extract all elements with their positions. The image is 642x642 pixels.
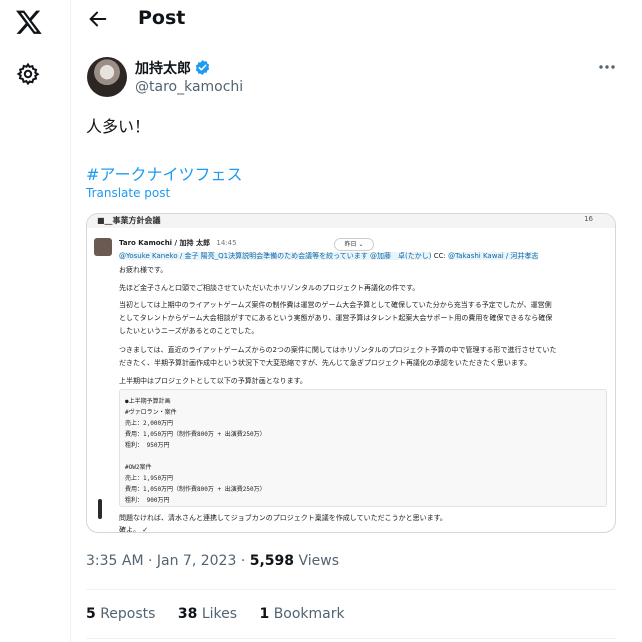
code-line: #OW2案件 [125,464,152,471]
chat-day-label: 昨日 ⌄ [334,238,374,251]
chat-mention-line: @Yosuke Kaneko / 金子 陽亮_Q1決算説明会準備のため会議等を絞… [119,251,539,261]
post-header: Post [71,0,642,40]
chat-trailing: 確よ。 ✓ [119,526,149,533]
post-meta: 3:35 AM · Jan 7, 2023 · 5,598 Views [86,553,339,569]
bookmarks-count: 1 [259,606,270,622]
likes-stat[interactable]: 38 Likes [178,606,237,622]
chat-mentions: @Yosuke Kaneko / 金子 陽亮_Q1決算説明会準備のため会議等を絞… [119,252,432,260]
chat-code-block: ●上半期予算計画 #ヴァロラン・案件 売上：2,000万円 費用：1,050万円… [119,389,607,507]
chat-para3a: つきましては、直近のライアットゲームズからの2つの案件に関してはホリゾンタルのプ… [119,346,557,354]
reposts-label: Reposts [95,606,156,622]
chat-channel-header: ■__事業方針会議 16 [87,214,615,228]
chat-greeting: お疲れ様です。 [119,266,168,274]
likes-count: 38 [177,606,198,622]
avatar[interactable] [87,57,127,97]
code-line: 売上：2,000万円 [125,420,174,427]
back-arrow-icon[interactable] [87,8,109,30]
code-line: 粗利： 900万円 [125,497,170,504]
chat-sender-avatar [94,238,112,256]
divider [86,638,616,639]
bookmarks-label: Bookmark [269,606,345,622]
code-line: 費用：1,050万円（制作費800万 + 出演費250万） [125,486,266,493]
chat-cc-label: CC: [433,252,446,260]
views-count: 5,598 [249,553,295,569]
translate-post-link[interactable]: Translate post [86,186,170,200]
chat-time: 14:45 [216,239,237,247]
chat-para4: 上半期中はプロジェクトとして以下の予算計画となります。 [119,377,307,385]
chat-para1: 先ほど金子さんと口頭でご相談させていただいたホリゾンタルのプロジェクト再議化の件… [119,284,420,292]
chat-para3b: だきたく、半期予算計画作成中という状況下で大変恐縮ですが、先んじて急ぎプロジェク… [119,359,532,367]
divider [86,589,616,590]
column-divider [70,0,71,642]
code-line: 費用：1,050万円（制作費800万 + 出演費250万） [125,431,266,438]
chat-scrollbar [98,499,102,519]
bookmarks-stat[interactable]: 1 Bookmark [260,606,345,622]
author-handle[interactable]: @taro_kamochi [135,79,243,95]
chat-para2a: 当初としては上期中のライアットゲームズ案件の制作費は運営のゲーム大会予算として確… [119,301,552,309]
left-nav-rail [0,0,57,642]
likes-label: Likes [197,606,238,622]
post-timestamp[interactable]: 3:35 AM · Jan 7, 2023 [86,553,236,569]
code-line: #ヴァロラン・案件 [125,409,177,416]
verified-badge-icon [195,60,210,75]
hashtag-link[interactable]: #アークナイツフェス [86,161,242,185]
code-line: 売上：1,950万円 [125,475,174,482]
chat-sender: Taro Kamochi / 加持 太郎 14:45 [119,238,237,248]
reposts-count: 5 [86,606,96,622]
post-text: 人多い！ [86,117,151,136]
chat-para2b: としてタレントからゲーム大会相談がすでにあるという実態があり、運営予算はタレント… [119,314,553,322]
chat-para2c: したいというニーズがあるとのことでした。 [119,327,259,335]
code-line: ●上半期予算計画 [125,398,171,405]
engagement-stats: 5 Reposts 38 Likes 1 Bookmark [86,606,363,622]
more-dots-icon[interactable] [598,64,616,70]
chat-member-count: 16 [584,215,593,223]
code-line: 粗利： 950万円 [125,442,170,449]
gear-icon[interactable] [16,62,40,86]
meta-separator: · [236,553,250,569]
chat-channel-title: ■__事業方針会議 [97,216,161,225]
chat-sender-name: Taro Kamochi / 加持 太郎 [119,239,210,247]
page-title: Post [138,7,186,29]
reposts-stat[interactable]: 5 Reposts [86,606,155,622]
views-label: Views [294,553,339,569]
post-image[interactable]: ■__事業方針会議 16 Taro Kamochi / 加持 太郎 14:45 … [86,213,616,533]
author-name[interactable]: 加持太郎 [135,58,191,78]
x-logo-icon[interactable] [15,8,43,36]
chat-closing: 問題なければ、清水さんと連携してジョブカンのプロジェクト稟議を作成していただこう… [119,514,447,522]
chat-cc-mentions: @Takashi Kawai / 河井孝志 [448,252,539,260]
